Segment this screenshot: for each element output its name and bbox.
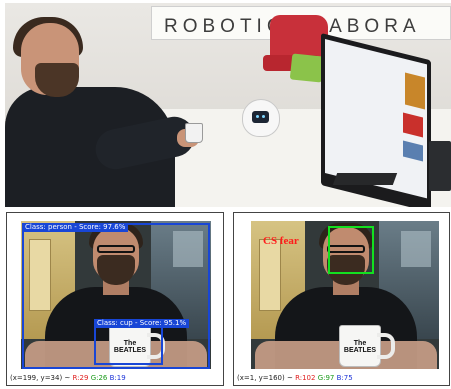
robot-face-screen xyxy=(252,111,269,123)
cabinet-door xyxy=(259,239,281,311)
green-chair xyxy=(289,53,325,83)
lab-photo: ROBOTICS LABORA xyxy=(5,3,451,207)
beatles-mug: The BEATLES xyxy=(339,325,381,367)
mug xyxy=(185,123,203,143)
screen-thumbnail xyxy=(405,72,425,110)
detection-label-person: Class: person - Score: 97.6% xyxy=(22,223,129,232)
detection-label-cup: Class: cup - Score: 95.1% xyxy=(94,319,190,328)
cursor-coords: (x=199, y=34) ~ xyxy=(10,374,71,382)
emotion-recognition-viewer: The BEATLES CS fear (x=1, y=160) ~ R:102… xyxy=(233,212,450,386)
pixel-status-bar: (x=1, y=160) ~ R:102 G:97 B:75 xyxy=(237,374,353,383)
robot-eye xyxy=(262,115,265,118)
pixel-green-value: G:97 xyxy=(317,374,335,382)
camera-frame[interactable]: The BEATLES Class: person - Score: 97.6%… xyxy=(21,221,211,369)
face-detection-box xyxy=(328,226,374,274)
pixel-red-value: R:29 xyxy=(72,374,89,382)
emotion-label: CS fear xyxy=(263,235,299,247)
pixel-green-value: G:26 xyxy=(90,374,108,382)
object-detection-viewer: The BEATLES Class: person - Score: 97.6%… xyxy=(6,212,224,386)
keyboard xyxy=(429,141,451,191)
cursor-coords: (x=1, y=160) ~ xyxy=(237,374,293,382)
monitor-stand xyxy=(332,173,398,185)
detection-box-cup: Class: cup - Score: 95.1% xyxy=(94,319,190,365)
pixel-blue-value: B:19 xyxy=(109,374,126,382)
robot-eye xyxy=(256,115,259,118)
pixel-red-value: R:102 xyxy=(295,374,316,382)
mug-logo: The BEATLES xyxy=(343,340,377,354)
window xyxy=(401,231,431,267)
red-chair xyxy=(270,15,328,59)
pixel-status-bar: (x=199, y=34) ~ R:29 G:26 B:19 xyxy=(10,374,126,383)
camera-frame[interactable]: The BEATLES CS fear xyxy=(251,221,439,369)
mug-handle xyxy=(377,333,395,359)
pixel-blue-value: B:75 xyxy=(336,374,353,382)
small-robot xyxy=(242,99,280,137)
